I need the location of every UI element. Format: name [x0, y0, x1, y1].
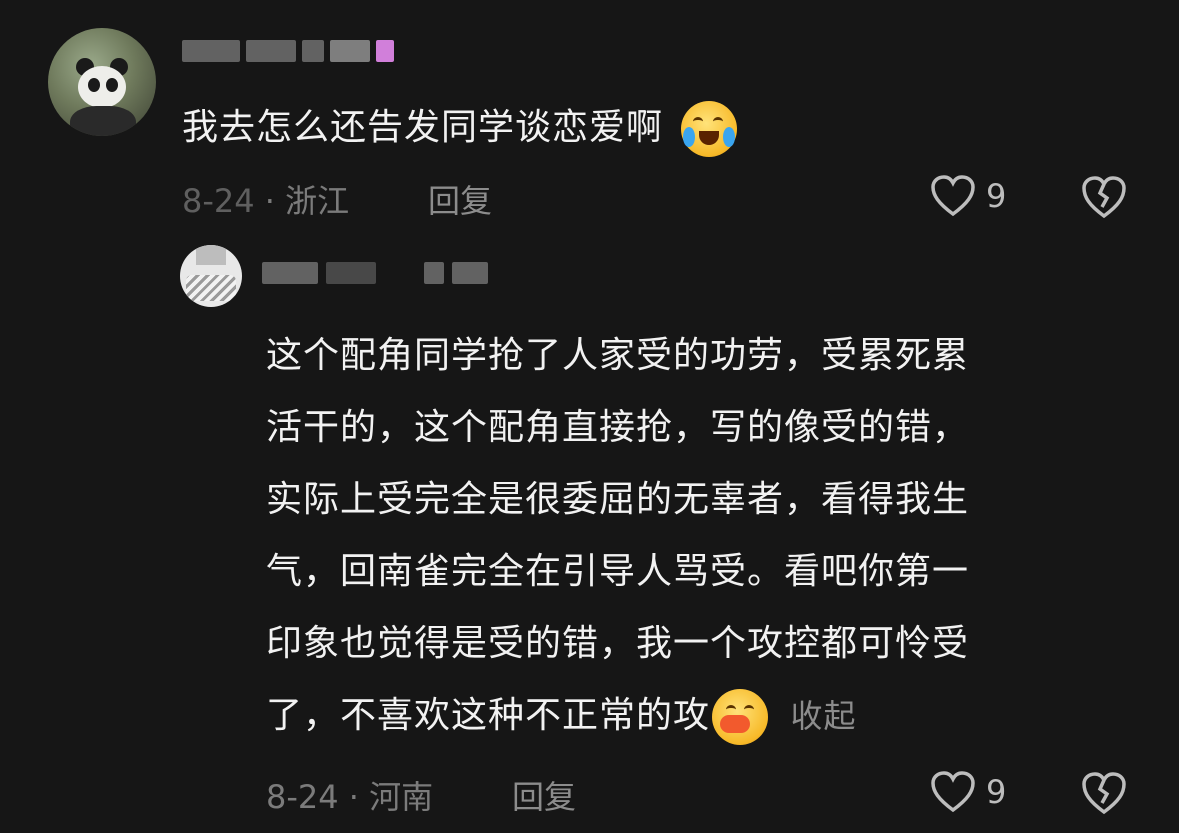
redacted-block — [182, 40, 240, 62]
dislike-button[interactable] — [1080, 771, 1128, 819]
avatar[interactable] — [180, 245, 242, 307]
reply-line: 这个配角同学抢了人家受的功劳，受累死累 — [266, 335, 970, 376]
like-button[interactable]: 9 — [930, 771, 1006, 813]
redacted-block — [330, 40, 370, 62]
dislike-button[interactable] — [1080, 175, 1128, 223]
like-count: 9 — [986, 773, 1007, 811]
like-count: 9 — [986, 177, 1007, 215]
panda-eye-right — [106, 78, 118, 92]
comment-location: · 浙江 — [264, 182, 350, 220]
reply-line: 实际上受完全是很委屈的无辜者，看得我生 — [266, 479, 970, 520]
redacted-block — [246, 40, 296, 62]
username-redacted[interactable] — [182, 40, 394, 62]
redacted-block — [262, 262, 318, 284]
redacted-block — [424, 262, 444, 284]
reply-line: 印象也觉得是受的错，我一个攻控都可怜受 — [266, 623, 970, 664]
broken-heart-icon — [1082, 176, 1126, 219]
comment-meta: 8-24 · 浙江 — [182, 176, 349, 222]
reply-line: 气，回南雀完全在引导人骂受。看吧你第一 — [266, 551, 970, 592]
redacted-block — [302, 40, 324, 62]
broken-heart-icon — [1082, 772, 1126, 815]
reply-button[interactable]: 回复 — [512, 772, 576, 818]
reply-date: 8-24 — [266, 778, 339, 816]
reply-line: 了，不喜欢这种不正常的攻 — [266, 695, 711, 736]
panda-body — [70, 106, 136, 136]
collapse-button[interactable]: 收起 — [790, 697, 856, 735]
redacted-block — [376, 40, 394, 62]
like-button[interactable]: 9 — [930, 175, 1006, 217]
comment-date: 8-24 — [182, 182, 255, 220]
panda-face — [78, 66, 126, 108]
redacted-block — [452, 262, 488, 284]
avatar[interactable] — [48, 28, 156, 136]
reply-meta: 8-24 · 河南 — [266, 772, 433, 818]
kissing-lips-emoji-icon — [712, 689, 769, 745]
reply-last-line: 了，不喜欢这种不正常的攻 收起 — [266, 680, 1146, 752]
heart-icon — [931, 175, 975, 217]
avatar-image — [186, 275, 236, 301]
username-redacted[interactable] — [262, 262, 488, 284]
reply-location: · 河南 — [348, 778, 434, 816]
heart-icon — [931, 771, 975, 813]
reply-line: 活干的，这个配角直接抢，写的像受的错， — [266, 407, 970, 448]
redacted-block — [196, 245, 226, 265]
redacted-block — [326, 262, 376, 284]
comment-body: 我去怎么还告发同学谈恋爱啊 — [182, 92, 738, 164]
crying-laughing-emoji-icon — [681, 101, 738, 157]
reply-body: 这个配角同学抢了人家受的功劳，受累死累 活干的，这个配角直接抢，写的像受的错， … — [266, 320, 1146, 752]
comment-text: 我去怎么还告发同学谈恋爱啊 — [182, 107, 664, 148]
panda-eye-left — [88, 78, 100, 92]
reply-button[interactable]: 回复 — [428, 176, 492, 222]
